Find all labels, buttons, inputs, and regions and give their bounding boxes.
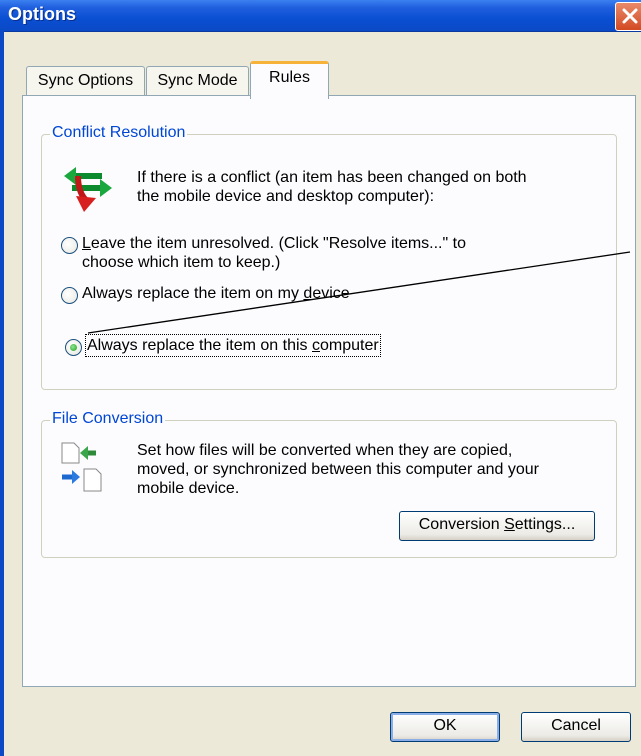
tab-label: Rules [269, 69, 310, 86]
tab-rules[interactable]: Rules [250, 61, 329, 99]
annotation-callout-line [87, 251, 631, 334]
options-dialog: Options Sync Options Sync Mode Rules Con… [0, 0, 641, 756]
